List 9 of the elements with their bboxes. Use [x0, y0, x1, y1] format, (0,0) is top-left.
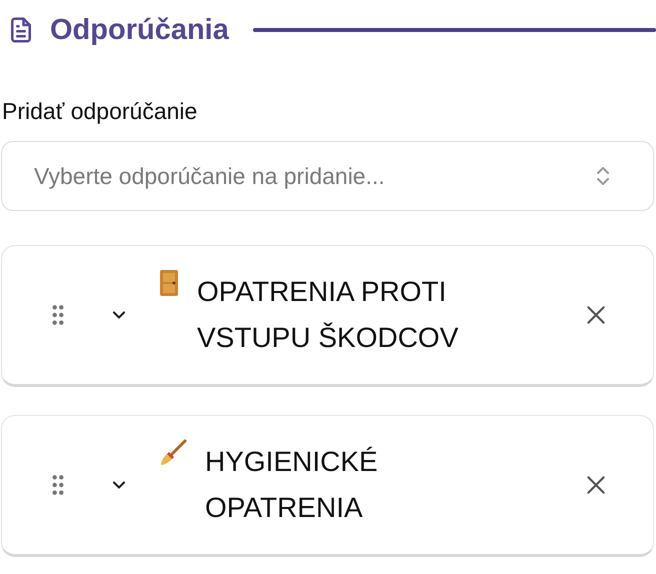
- select-field[interactable]: Vyberte odporúčanie na pridanie...: [1, 141, 654, 211]
- recommendation-title: OPATRENIA PROTI VSTUPU ŠKODCOV: [197, 275, 460, 355]
- section-title: Odporúčania: [50, 14, 229, 46]
- door-icon: [159, 269, 179, 297]
- broom-icon: [159, 439, 187, 467]
- field-label: Pridať odporúčanie: [1, 98, 198, 125]
- drag-handle-icon[interactable]: [51, 304, 65, 326]
- recommendation-title: HYGIENICKÉ OPATRENIA: [205, 445, 379, 525]
- drag-handle-icon[interactable]: [51, 474, 65, 496]
